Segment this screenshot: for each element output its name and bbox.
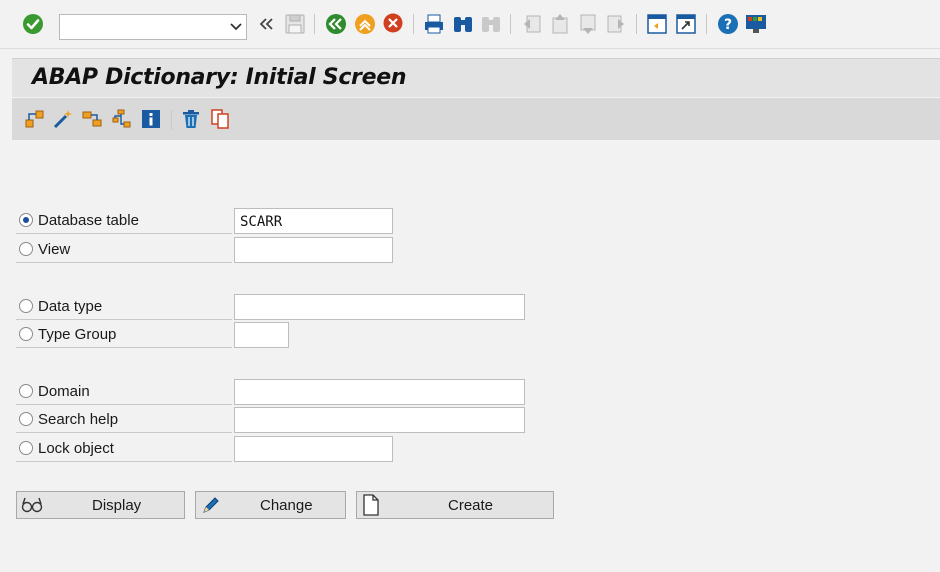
save-icon[interactable]: [283, 12, 307, 36]
radio-view[interactable]: View: [16, 237, 232, 263]
radio-button[interactable]: [19, 441, 33, 455]
radio-label: Lock object: [38, 440, 114, 457]
copy-icon[interactable]: [209, 108, 231, 130]
page-title: ABAP Dictionary: Initial Screen: [32, 65, 407, 90]
magic-wand-icon[interactable]: [52, 108, 74, 130]
next-page-icon[interactable]: [576, 12, 600, 36]
radio-label: Type Group: [38, 326, 117, 343]
radio-lock-object[interactable]: Lock object: [16, 436, 232, 462]
change-label: Change: [260, 497, 313, 514]
radio-label: Domain: [38, 383, 90, 400]
pencil-icon: [203, 497, 219, 513]
radio-button[interactable]: [19, 327, 33, 341]
exit-icon[interactable]: [353, 12, 377, 36]
radio-button[interactable]: [19, 242, 33, 256]
find-next-icon[interactable]: [479, 12, 503, 36]
data-type-input[interactable]: [238, 296, 517, 320]
database-table-field[interactable]: [234, 208, 393, 234]
view-input[interactable]: [238, 239, 392, 263]
command-input[interactable]: [66, 16, 230, 40]
info-icon[interactable]: [140, 108, 162, 130]
back-icon[interactable]: [324, 12, 348, 36]
display-label: Display: [92, 497, 142, 514]
domain-field[interactable]: [234, 379, 525, 405]
last-page-icon[interactable]: [604, 12, 628, 36]
lock-object-field[interactable]: [234, 436, 393, 462]
radio-label: Data type: [38, 298, 103, 315]
radio-button[interactable]: [19, 299, 33, 313]
radio-label: Database table: [38, 212, 139, 229]
new-session-icon[interactable]: [645, 12, 669, 36]
change-button[interactable]: Change: [195, 491, 346, 519]
search-help-input[interactable]: [238, 409, 517, 433]
print-icon[interactable]: [422, 12, 446, 36]
transport-icon[interactable]: [110, 108, 132, 130]
cancel-icon[interactable]: [382, 12, 406, 36]
other-object-icon[interactable]: [24, 108, 46, 130]
expand-history-icon[interactable]: [256, 12, 280, 36]
radio-type-group[interactable]: Type Group: [16, 322, 232, 348]
enter-icon[interactable]: [21, 12, 45, 36]
data-type-field[interactable]: [234, 294, 525, 320]
first-page-icon[interactable]: [520, 12, 544, 36]
previous-page-icon[interactable]: [548, 12, 572, 36]
radio-database-table[interactable]: Database table: [16, 208, 232, 234]
create-label: Create: [448, 497, 494, 514]
application-toolbar: [12, 98, 940, 140]
type-group-input[interactable]: [238, 324, 293, 348]
radio-data-type[interactable]: Data type: [16, 294, 232, 320]
layout-menu-icon[interactable]: [744, 12, 768, 36]
type-group-field[interactable]: [234, 322, 293, 348]
lock-object-input[interactable]: [238, 438, 392, 462]
command-field[interactable]: [59, 14, 247, 40]
domain-input[interactable]: [238, 381, 517, 405]
glasses-icon: [21, 497, 43, 513]
find-icon[interactable]: [451, 12, 475, 36]
shortcut-icon[interactable]: [674, 12, 698, 36]
radio-label: View: [38, 241, 71, 258]
display-button[interactable]: Display: [16, 491, 185, 519]
view-field[interactable]: [234, 237, 393, 263]
where-used-icon[interactable]: [81, 108, 103, 130]
chevron-down-icon[interactable]: [230, 23, 242, 31]
help-icon[interactable]: ?: [716, 12, 740, 36]
system-toolbar: ?: [0, 0, 940, 49]
title-bar: ABAP Dictionary: Initial Screen: [12, 58, 940, 97]
delete-icon[interactable]: [180, 108, 202, 130]
database-table-input[interactable]: [238, 210, 392, 234]
new-document-icon: [363, 494, 379, 516]
radio-search-help[interactable]: Search help: [16, 407, 232, 433]
radio-button[interactable]: [19, 384, 33, 398]
radio-label: Search help: [38, 411, 119, 428]
search-help-field[interactable]: [234, 407, 525, 433]
radio-button[interactable]: [19, 412, 33, 426]
create-button[interactable]: Create: [356, 491, 554, 519]
radio-domain[interactable]: Domain: [16, 379, 232, 405]
svg-text:?: ?: [724, 17, 732, 33]
radio-button[interactable]: [19, 213, 33, 227]
